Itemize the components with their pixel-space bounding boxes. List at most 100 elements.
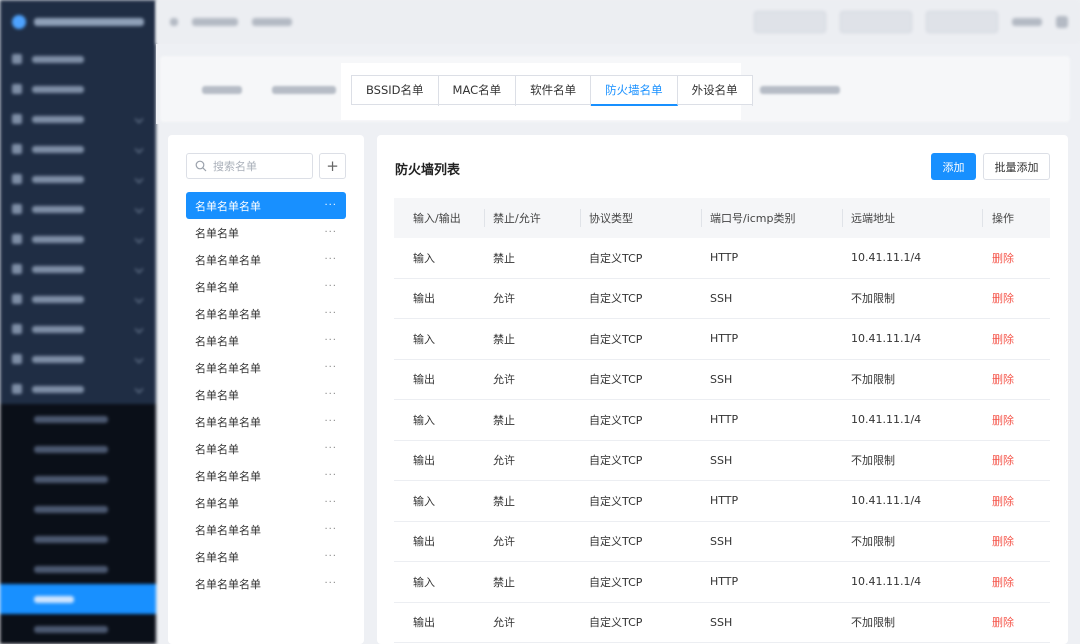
- table-cell: 自定义TCP: [580, 603, 701, 643]
- delete-link[interactable]: 删除: [982, 481, 1050, 521]
- tab-software[interactable]: 软件名单: [516, 76, 592, 106]
- sidebar-item[interactable]: [0, 374, 156, 404]
- cell-text: 不加限制: [851, 535, 895, 549]
- cell-text: 允许: [493, 373, 515, 387]
- header-button[interactable]: [754, 11, 826, 33]
- more-icon[interactable]: ···: [324, 281, 337, 292]
- cell-text: SSH: [710, 291, 733, 305]
- name-list: 名单名单名单 ··· 名单名单 ··· 名单名单名单 ··· 名单名单 ··· 名单名单名单 ··…: [186, 192, 346, 597]
- sidebar-item[interactable]: [0, 284, 156, 314]
- table-cell: 输出: [394, 603, 484, 643]
- sidebar-item[interactable]: [0, 74, 156, 104]
- sidebar-item[interactable]: [0, 314, 156, 344]
- list-item[interactable]: 名单名单 ···: [186, 273, 346, 300]
- more-icon[interactable]: ···: [324, 497, 337, 508]
- sidebar-item[interactable]: [0, 344, 156, 374]
- cell-text: 输出: [413, 616, 435, 630]
- sidebar-subitem[interactable]: [0, 464, 156, 494]
- sidebar-subitem[interactable]: [0, 434, 156, 464]
- table-cell: HTTP: [701, 562, 842, 602]
- table-cell: SSH: [701, 522, 842, 562]
- list-item[interactable]: 名单名单名单 ···: [186, 516, 346, 543]
- sidebar: [0, 0, 156, 644]
- more-icon[interactable]: ···: [324, 524, 337, 535]
- delete-link[interactable]: 删除: [982, 400, 1050, 440]
- list-item[interactable]: 名单名单名单 ···: [186, 192, 346, 219]
- more-icon[interactable]: ···: [324, 578, 337, 589]
- breadcrumb: [192, 18, 238, 26]
- tab-peripheral[interactable]: 外设名单: [678, 76, 753, 106]
- list-item[interactable]: 名单名单名单 ···: [186, 354, 346, 381]
- more-icon[interactable]: ···: [324, 308, 337, 319]
- list-item[interactable]: 名单名单名单 ···: [186, 300, 346, 327]
- delete-link[interactable]: 删除: [982, 522, 1050, 562]
- sidebar-item[interactable]: [0, 254, 156, 284]
- list-item[interactable]: 名单名单 ···: [186, 489, 346, 516]
- batch-add-button[interactable]: 批量添加: [983, 153, 1050, 180]
- header-button[interactable]: [926, 11, 998, 33]
- more-icon[interactable]: ···: [324, 200, 337, 211]
- delete-link[interactable]: 删除: [982, 603, 1050, 643]
- sidebar-subitem[interactable]: [0, 404, 156, 434]
- list-item[interactable]: 名单名单 ···: [186, 381, 346, 408]
- table-cell: 禁止: [484, 400, 580, 440]
- fullscreen-icon[interactable]: [1056, 16, 1068, 28]
- more-icon[interactable]: ···: [324, 389, 337, 400]
- tab-firewall[interactable]: 防火墙名单: [591, 76, 678, 106]
- user-name[interactable]: [1012, 18, 1042, 26]
- more-icon[interactable]: ···: [324, 254, 337, 265]
- sidebar-item[interactable]: [0, 134, 156, 164]
- delete-link[interactable]: 删除: [982, 562, 1050, 602]
- delete-link[interactable]: 删除: [982, 279, 1050, 319]
- sidebar-subitem[interactable]: [0, 554, 156, 584]
- tab-mac[interactable]: MAC名单: [439, 76, 517, 106]
- list-item[interactable]: 名单名单 ···: [186, 327, 346, 354]
- cell-text: SSH: [710, 372, 733, 386]
- search-input[interactable]: [213, 159, 303, 173]
- table-cell: 允许: [484, 360, 580, 400]
- sidebar-item[interactable]: [0, 164, 156, 194]
- more-icon[interactable]: ···: [324, 335, 337, 346]
- list-item[interactable]: 名单名单 ···: [186, 543, 346, 570]
- more-icon[interactable]: ···: [324, 416, 337, 427]
- more-icon[interactable]: ···: [324, 443, 337, 454]
- sidebar-subitem-active[interactable]: [0, 584, 156, 614]
- sidebar-item[interactable]: [0, 224, 156, 254]
- table-row: 输入 禁止 自定义TCP HTTP 10.41.11.1/4 删除: [394, 481, 1050, 522]
- more-icon[interactable]: ···: [324, 227, 337, 238]
- more-icon[interactable]: ···: [324, 470, 337, 481]
- list-item[interactable]: 名单名单名单 ···: [186, 408, 346, 435]
- sidebar-item[interactable]: [0, 44, 156, 74]
- delete-link[interactable]: 删除: [982, 238, 1050, 278]
- list-item[interactable]: 名单名单名单 ···: [186, 462, 346, 489]
- cell-text: 10.41.11.1/4: [851, 494, 922, 508]
- more-icon[interactable]: ···: [324, 551, 337, 562]
- delete-link[interactable]: 删除: [982, 360, 1050, 400]
- cell-text: 允许: [493, 454, 515, 468]
- list-item-label: 名单名单名单: [195, 469, 261, 483]
- delete-link[interactable]: 删除: [982, 441, 1050, 481]
- header-button[interactable]: [840, 11, 912, 33]
- delete-link[interactable]: 删除: [982, 319, 1050, 359]
- add-list-button[interactable]: +: [319, 153, 346, 179]
- table-cell: 自定义TCP: [580, 400, 701, 440]
- breadcrumb-current: [252, 18, 292, 26]
- sidebar-item[interactable]: [0, 104, 156, 134]
- collapse-icon[interactable]: [170, 18, 178, 26]
- sidebar-item[interactable]: [0, 194, 156, 224]
- sidebar-subitem[interactable]: [0, 524, 156, 554]
- more-icon[interactable]: ···: [324, 362, 337, 373]
- list-item[interactable]: 名单名单 ···: [186, 435, 346, 462]
- cell-text: 不加限制: [851, 292, 895, 306]
- list-item[interactable]: 名单名单名单 ···: [186, 246, 346, 273]
- list-item[interactable]: 名单名单 ···: [186, 219, 346, 246]
- cell-text: HTTP: [710, 575, 739, 589]
- sidebar-subitem[interactable]: [0, 494, 156, 524]
- sidebar-subitem[interactable]: [0, 614, 156, 644]
- list-item[interactable]: 名单名单名单 ···: [186, 570, 346, 597]
- delete-label: 删除: [992, 535, 1014, 549]
- cell-text: 输出: [413, 292, 435, 306]
- delete-label: 删除: [992, 454, 1014, 468]
- add-button[interactable]: 添加: [931, 153, 976, 180]
- tab-bssid[interactable]: BSSID名单: [352, 76, 439, 106]
